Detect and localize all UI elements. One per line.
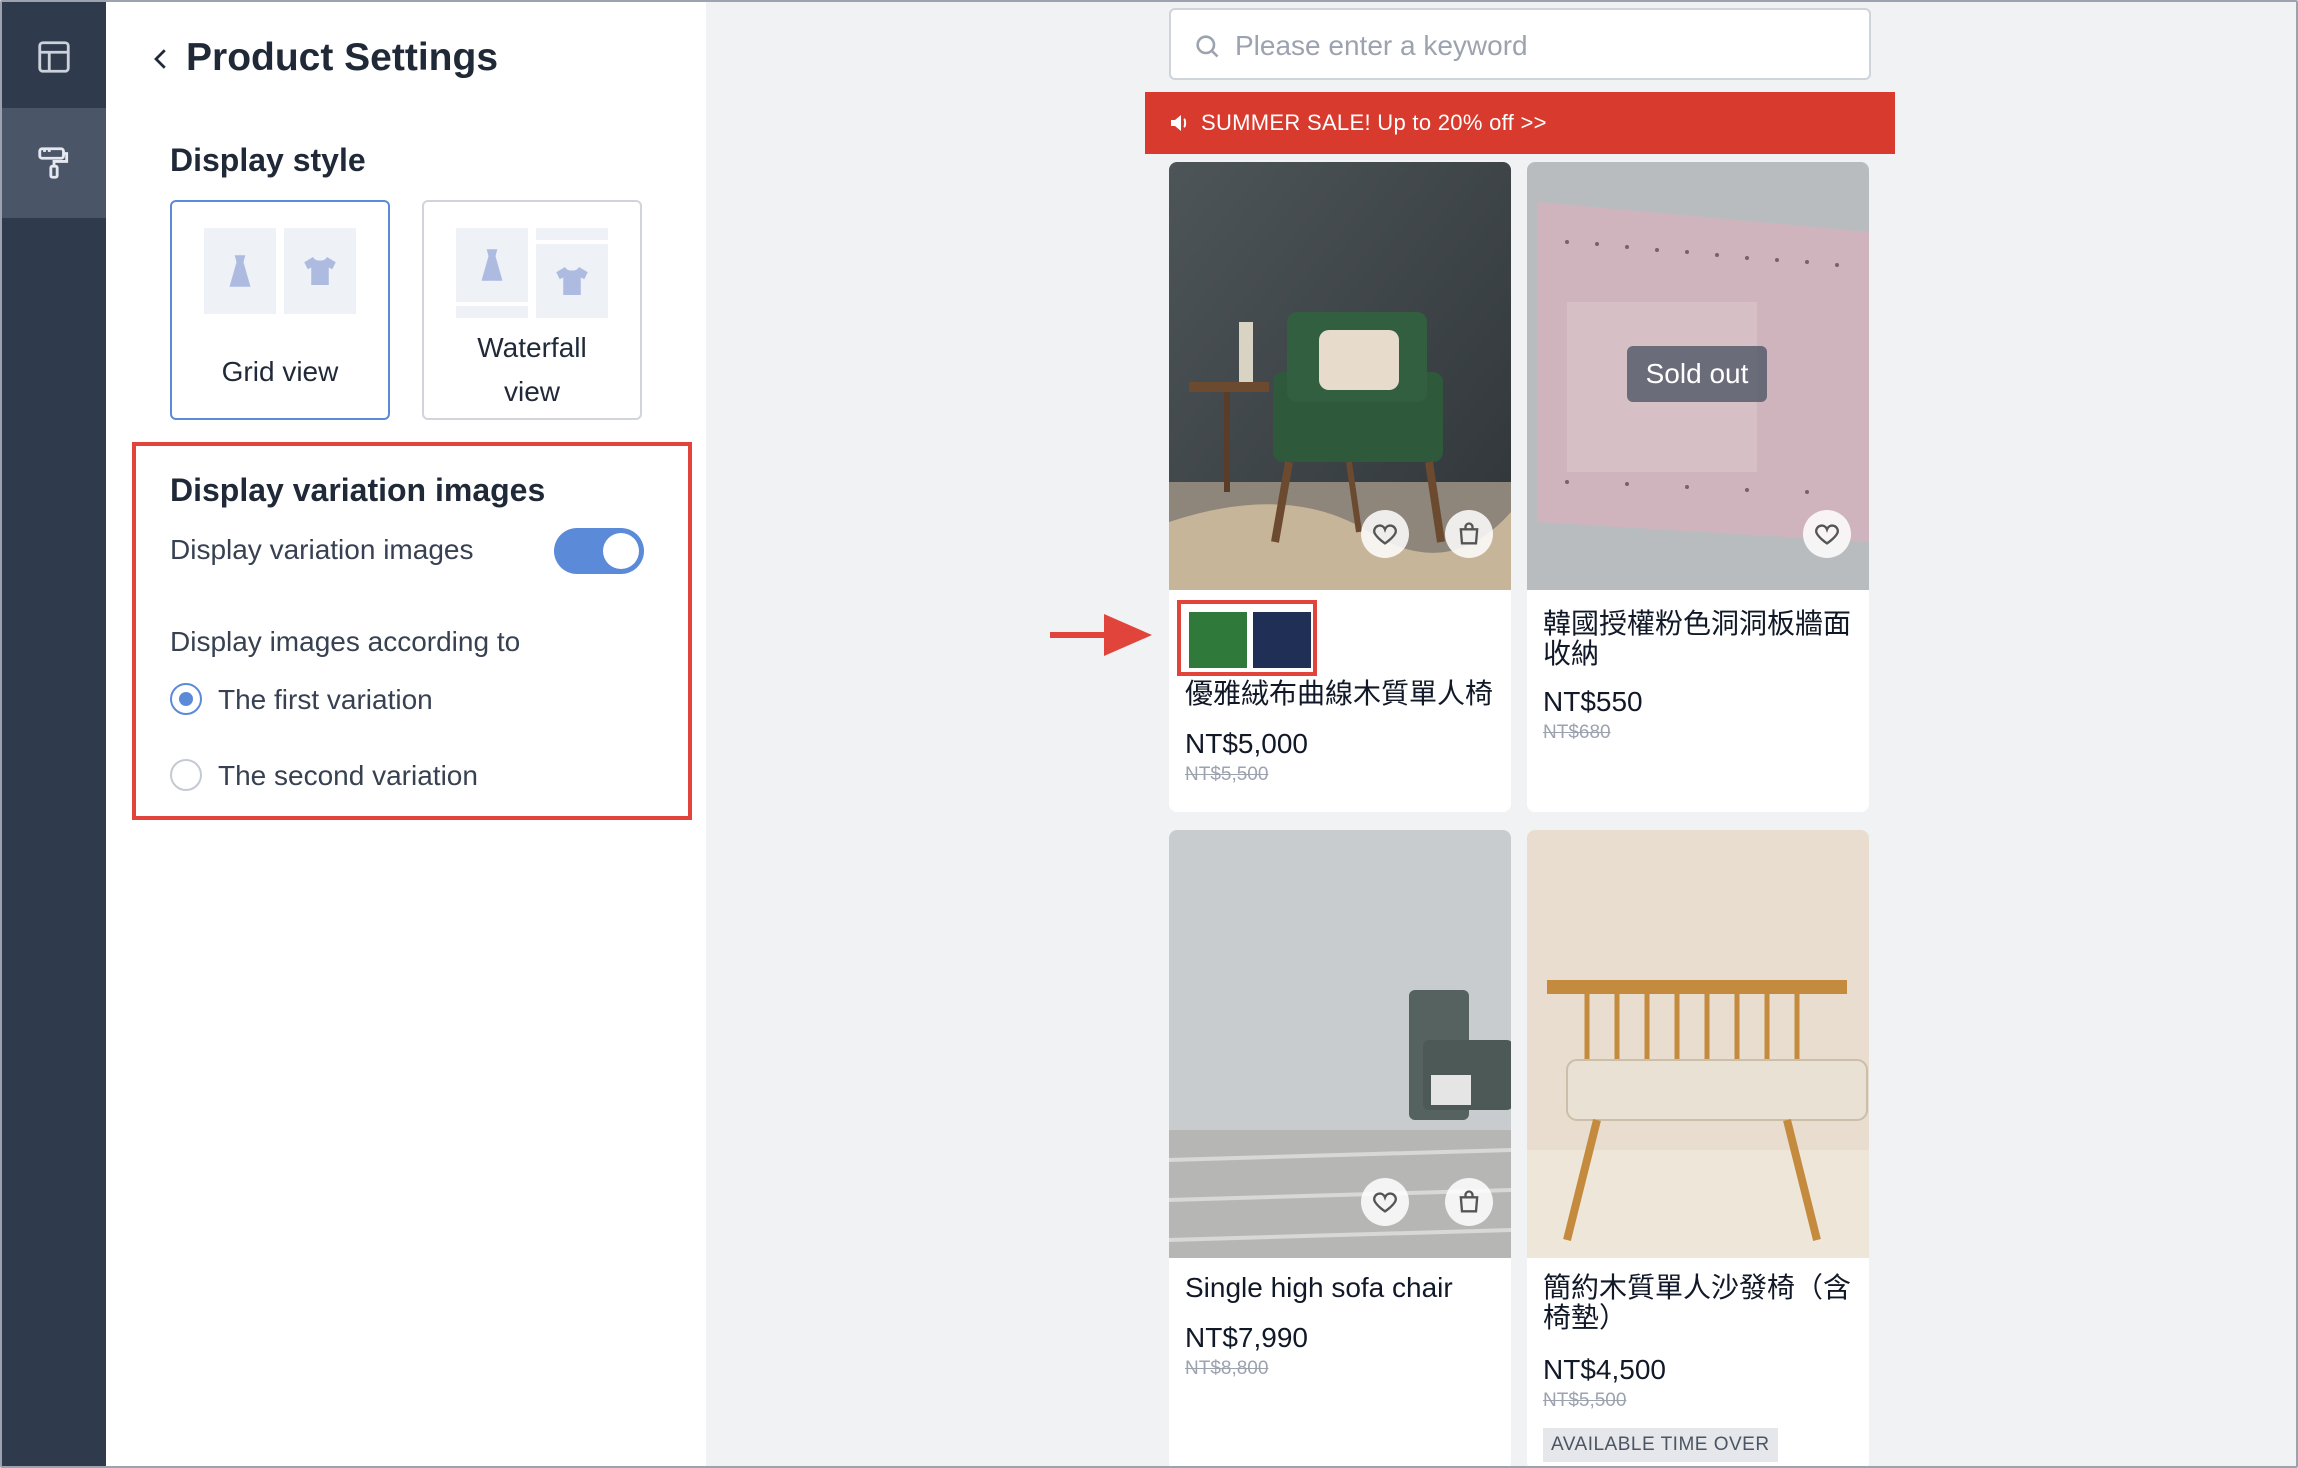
- sold-out-overlay: Sold out: [1627, 346, 1767, 402]
- wishlist-button[interactable]: [1361, 1178, 1409, 1226]
- search-bar[interactable]: Please enter a keyword: [1169, 8, 1871, 80]
- radio-second-variation-label[interactable]: The second variation: [218, 760, 478, 792]
- product-price: NT$5,000: [1185, 728, 1308, 759]
- dress-icon: [229, 255, 251, 287]
- rail-layout-button[interactable]: [2, 2, 106, 112]
- product-original-price: NT$680: [1543, 722, 1611, 743]
- variation-toggle[interactable]: [554, 528, 644, 574]
- page-title: Product Settings: [186, 36, 499, 79]
- add-to-cart-button[interactable]: [1445, 510, 1493, 558]
- megaphone-icon: [1171, 115, 1187, 131]
- grid-view-option[interactable]: Grid view: [170, 200, 390, 420]
- product-original-price: NT$5,500: [1543, 1390, 1627, 1411]
- radio-first-variation-label[interactable]: The first variation: [218, 684, 433, 716]
- product-name[interactable]: 優雅絨布曲線木質單人椅: [1185, 678, 1501, 710]
- radio-second-variation[interactable]: [170, 759, 202, 791]
- shopping-bag-icon: [1459, 1190, 1479, 1213]
- left-rail: [2, 2, 106, 1466]
- grid-thumb-dress: [204, 228, 276, 314]
- product-card[interactable]: 優雅絨布曲線木質單人椅 NT$5,000 NT$5,500: [1169, 162, 1511, 812]
- grid-view-label: Grid view: [221, 356, 339, 387]
- waterfall-view-label-line2: view: [503, 376, 560, 407]
- variation-toggle-label: Display variation images: [170, 534, 474, 565]
- search-icon: [1196, 35, 1219, 58]
- app-window: Product Settings Display style Grid view…: [0, 0, 2298, 1468]
- waterfall-thumb-block: [456, 306, 528, 318]
- toggle-knob: [603, 533, 639, 569]
- tshirt-icon: [556, 267, 588, 295]
- waterfall-view-option[interactable]: Waterfall view: [422, 200, 642, 420]
- product-original-price: NT$5,500: [1185, 764, 1269, 785]
- product-price: NT$4,500: [1543, 1354, 1666, 1385]
- product-name[interactable]: Single high sofa chair: [1185, 1272, 1501, 1304]
- waterfall-thumb-dress: [456, 228, 528, 302]
- dress-icon: [481, 249, 503, 281]
- rail-theme-button[interactable]: [2, 108, 106, 218]
- product-name-line2[interactable]: 椅墊）: [1543, 1302, 1859, 1334]
- waterfall-thumb-shirt: [536, 244, 608, 318]
- search-placeholder: Please enter a keyword: [1235, 30, 1528, 61]
- heart-icon: [1373, 1192, 1397, 1213]
- tshirt-icon: [304, 257, 336, 285]
- heart-icon: [1373, 524, 1397, 545]
- product-image: [1527, 830, 1869, 1258]
- heart-icon: [1815, 524, 1839, 545]
- product-name-line1[interactable]: 簡約木質單人沙發椅（含: [1543, 1272, 1859, 1304]
- product-price: NT$550: [1543, 686, 1643, 717]
- product-name-line2[interactable]: 收納: [1543, 638, 1859, 670]
- variation-section-title: Display variation images: [170, 472, 546, 508]
- store-preview: Please enter a keyword SUMMER SALE! Up t…: [1145, 2, 1895, 1466]
- wishlist-button[interactable]: [1361, 510, 1409, 558]
- grid-thumb-shirt: [284, 228, 356, 314]
- shopping-bag-icon: [1459, 522, 1479, 545]
- chevron-left-icon[interactable]: [146, 42, 176, 76]
- product-price: NT$7,990: [1185, 1322, 1308, 1353]
- waterfall-view-label-line1: Waterfall: [477, 332, 587, 363]
- product-original-price: NT$8,800: [1185, 1358, 1269, 1379]
- settings-panel: Product Settings Display style Grid view…: [106, 2, 706, 1466]
- waterfall-thumb-block: [536, 228, 608, 240]
- product-card[interactable]: Sold out 韓國授權粉色洞洞板牆面 收納 NT$550 NT$680: [1527, 162, 1869, 812]
- radio-first-variation[interactable]: [170, 683, 202, 715]
- add-to-cart-button[interactable]: [1445, 1178, 1493, 1226]
- display-style-title: Display style: [170, 142, 366, 178]
- paint-roller-icon: [38, 147, 69, 179]
- product-name-line1[interactable]: 韓國授權粉色洞洞板牆面: [1543, 608, 1859, 640]
- annotation-arrow-icon: [1050, 614, 1152, 656]
- availability-badge: AVAILABLE TIME OVER: [1543, 1428, 1778, 1462]
- product-card[interactable]: Single high sofa chair NT$7,990 NT$8,800: [1169, 830, 1511, 1466]
- layout-icon: [38, 41, 70, 73]
- sale-banner[interactable]: SUMMER SALE! Up to 20% off >>: [1145, 92, 1895, 154]
- swatch-green[interactable]: [1189, 612, 1247, 668]
- variation-swatches-highlight: [1177, 600, 1317, 676]
- banner-text: SUMMER SALE! Up to 20% off >>: [1201, 110, 1547, 135]
- wishlist-button[interactable]: [1803, 510, 1851, 558]
- swatch-navy[interactable]: [1253, 612, 1311, 668]
- product-card[interactable]: 簡約木質單人沙發椅（含 椅墊） NT$4,500 NT$5,500 AVAILA…: [1527, 830, 1869, 1466]
- according-label: Display images according to: [170, 626, 521, 657]
